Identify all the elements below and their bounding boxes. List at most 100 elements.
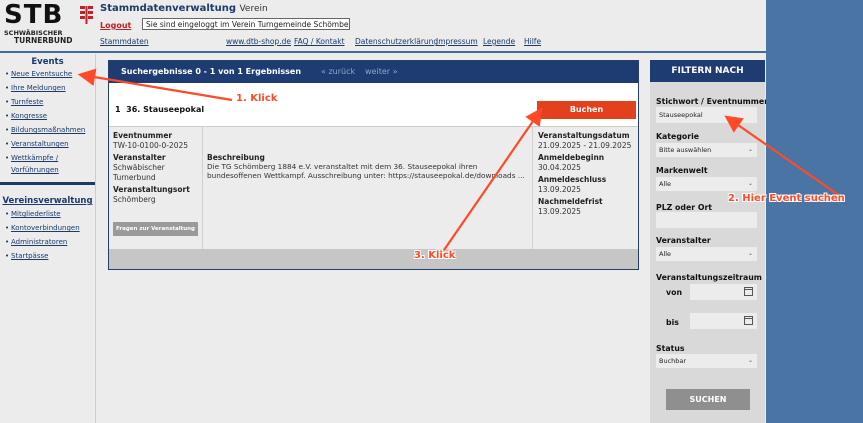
nav-legende[interactable]: Legende (483, 37, 515, 46)
kategorie-selected: Bitte auswählen (659, 146, 712, 154)
sidebar-item-kontoverbindungen[interactable]: • Kontoverbindungen (5, 224, 80, 232)
sidebar-item-label: Veranstaltungen (11, 140, 69, 148)
datum-value: 21.09.2025 - 21.09.2025 (538, 141, 632, 150)
ort-value: Schömberg (113, 195, 156, 204)
sidebar-divider (0, 182, 95, 185)
veranstalter-value-line2: Turnerbund (113, 173, 156, 182)
nav-stammdaten[interactable]: Stammdaten (100, 37, 149, 46)
anmeldebeginn-label: Anmeldebeginn (538, 153, 605, 162)
veranstalter-select[interactable]: Alle ⌄ (656, 247, 757, 261)
sidebar-item-label: Administratoren (11, 238, 68, 246)
sidebar-item-label: Neue Eventsuche (11, 70, 73, 78)
logo-mark-icon (80, 6, 93, 24)
sidebar-item-label: Ihre Meldungen (11, 84, 66, 92)
details-meta-column: Eventnummer TW-10-0100-0-2025 Veranstalt… (109, 127, 203, 250)
sidebar-item-administratoren[interactable]: • Administratoren (5, 238, 67, 246)
sidebar-item-label: Mitgliederliste (11, 210, 61, 218)
zeitraum-label: Veranstaltungszeitraum (656, 273, 762, 282)
eventnummer-label: Eventnummer (113, 131, 173, 140)
logout-link[interactable]: Logout (100, 21, 131, 30)
von-date-input[interactable] (690, 284, 757, 300)
sidebar-item-label: Wettkämpfe / (11, 154, 59, 162)
bis-label: bis (666, 318, 679, 327)
sidebar-events-title: Events (31, 57, 64, 67)
pagination-prev[interactable]: « zurück (321, 67, 355, 76)
logo-wordmark: STB (4, 0, 64, 30)
filter-panel: FILTERN NACH Stichwort / Eventnummer Sta… (650, 60, 769, 423)
sidebar-item-kongresse[interactable]: • Kongresse (5, 112, 47, 120)
result-title: 1 36. Stauseepokal (115, 105, 204, 114)
app-title: Stammdatenverwaltung Verein (100, 3, 268, 14)
sidebar-item-label: Startpässe (11, 252, 49, 260)
veranstalter-value-line1: Schwäbischer (113, 163, 165, 172)
sidebar-verein-title[interactable]: Vereinsverwaltung (0, 196, 95, 206)
ort-label: Veranstaltungsort (113, 185, 190, 194)
veranstalter-label: Veranstalter (113, 153, 166, 162)
chevron-down-icon: ⌄ (747, 357, 753, 364)
von-label: von (666, 288, 682, 297)
calendar-icon[interactable] (744, 287, 753, 296)
login-status-box: Sie sind eingeloggt im Verein Turngemein… (142, 18, 350, 30)
kategorie-label: Kategorie (656, 132, 700, 141)
sidebar-item-label: Kontoverbindungen (11, 224, 80, 232)
chevron-down-icon: ⌄ (747, 250, 753, 257)
stb-logo[interactable]: STB SCHWÄBISCHER TURNERBUND (4, 0, 96, 45)
sidebar-item-bildungsmassnahmen[interactable]: • Bildungsmaßnahmen (5, 126, 85, 134)
nav-datenschutz[interactable]: Datenschutzerklärung (355, 37, 438, 46)
result-event-name: 36. Stauseepokal (126, 105, 205, 114)
sidebar-item-veranstaltungen[interactable]: • Veranstaltungen (5, 140, 69, 148)
fragen-button[interactable]: Fragen zur Veranstaltung (113, 222, 198, 236)
results-summary: Suchergebnisse 0 - 1 von 1 Ergebnissen (121, 67, 302, 76)
pagination-next[interactable]: weiter » (365, 67, 397, 76)
sidebar-item-neue-eventsuche[interactable]: • Neue Eventsuche (5, 70, 72, 78)
bis-date-input[interactable] (690, 313, 757, 329)
sidebar-item-vorfuehrungen[interactable]: Vorführungen (5, 166, 59, 174)
eventnummer-value: TW-10-0100-0-2025 (113, 141, 189, 150)
sidebar-item-label: Bildungsmaßnahmen (11, 126, 86, 134)
nav-hilfe[interactable]: Hilfe (524, 37, 541, 46)
stichwort-label: Stichwort / Eventnummer (656, 97, 769, 106)
suchen-button[interactable]: SUCHEN (666, 389, 750, 410)
sidebar-item-startpaesse[interactable]: • Startpässe (5, 252, 48, 260)
sidebar-item-label: Turnfeste (11, 98, 44, 106)
nachmeldefrist-value: 13.09.2025 (538, 207, 581, 216)
app-title-main: Stammdatenverwaltung (100, 3, 236, 14)
app-title-context: Verein (239, 4, 268, 14)
sidebar-item-wettkaempfe[interactable]: • Wettkämpfe / (5, 154, 58, 162)
annotation-step-1: 1. Klick (236, 93, 278, 104)
status-selected: Buchbar (659, 357, 687, 365)
nav-dtb-shop[interactable]: www.dtb-shop.de (226, 37, 291, 46)
sidebar-item-mitgliederliste[interactable]: • Mitgliederliste (5, 210, 61, 218)
annotation-step-2: 2. Hier Event suchen (728, 193, 845, 204)
nav-impressum[interactable]: Impressum (436, 37, 478, 46)
markenwelt-label: Markenwelt (656, 166, 708, 175)
markenwelt-select[interactable]: Alle ⌄ (656, 177, 757, 191)
sidebar: Events • Neue Eventsuche • Ihre Meldungen … (0, 54, 96, 423)
plz-input[interactable] (656, 212, 757, 228)
veranstalter-filter-label: Veranstalter (656, 236, 711, 245)
markenwelt-selected: Alle (659, 180, 672, 188)
sidebar-item-turnfeste[interactable]: • Turnfeste (5, 98, 43, 106)
details-dates-column: Veranstaltungsdatum 21.09.2025 - 21.09.2… (532, 127, 639, 250)
nav-faq-kontakt[interactable]: FAQ / Kontakt (294, 37, 345, 46)
result-index: 1 (115, 105, 121, 114)
header-divider (0, 51, 766, 53)
result-row: 1 36. Stauseepokal Buchen (109, 94, 638, 126)
results-footer (109, 249, 638, 269)
veranstalter-selected: Alle (659, 250, 672, 258)
calendar-icon[interactable] (744, 316, 753, 325)
plz-label: PLZ oder Ort (656, 203, 713, 212)
status-select[interactable]: Buchbar ⌄ (656, 354, 757, 368)
nachmeldefrist-label: Nachmeldefrist (538, 197, 603, 206)
sidebar-item-ihre-meldungen[interactable]: • Ihre Meldungen (5, 84, 66, 92)
header: STB SCHWÄBISCHER TURNERBUND Stammdatenve… (0, 0, 766, 52)
kategorie-select[interactable]: Bitte auswählen ⌄ (656, 143, 757, 157)
stichwort-input[interactable]: Stauseepokal (656, 107, 757, 123)
result-details: Eventnummer TW-10-0100-0-2025 Veranstalt… (109, 126, 638, 250)
beschreibung-label: Beschreibung (207, 153, 265, 162)
sidebar-item-label: Vorführungen (11, 166, 59, 174)
anmeldeschluss-value: 13.09.2025 (538, 185, 581, 194)
buchen-button[interactable]: Buchen (537, 101, 636, 119)
sidebar-item-label: Kongresse (11, 112, 48, 120)
filter-title: FILTERN NACH (650, 60, 765, 82)
